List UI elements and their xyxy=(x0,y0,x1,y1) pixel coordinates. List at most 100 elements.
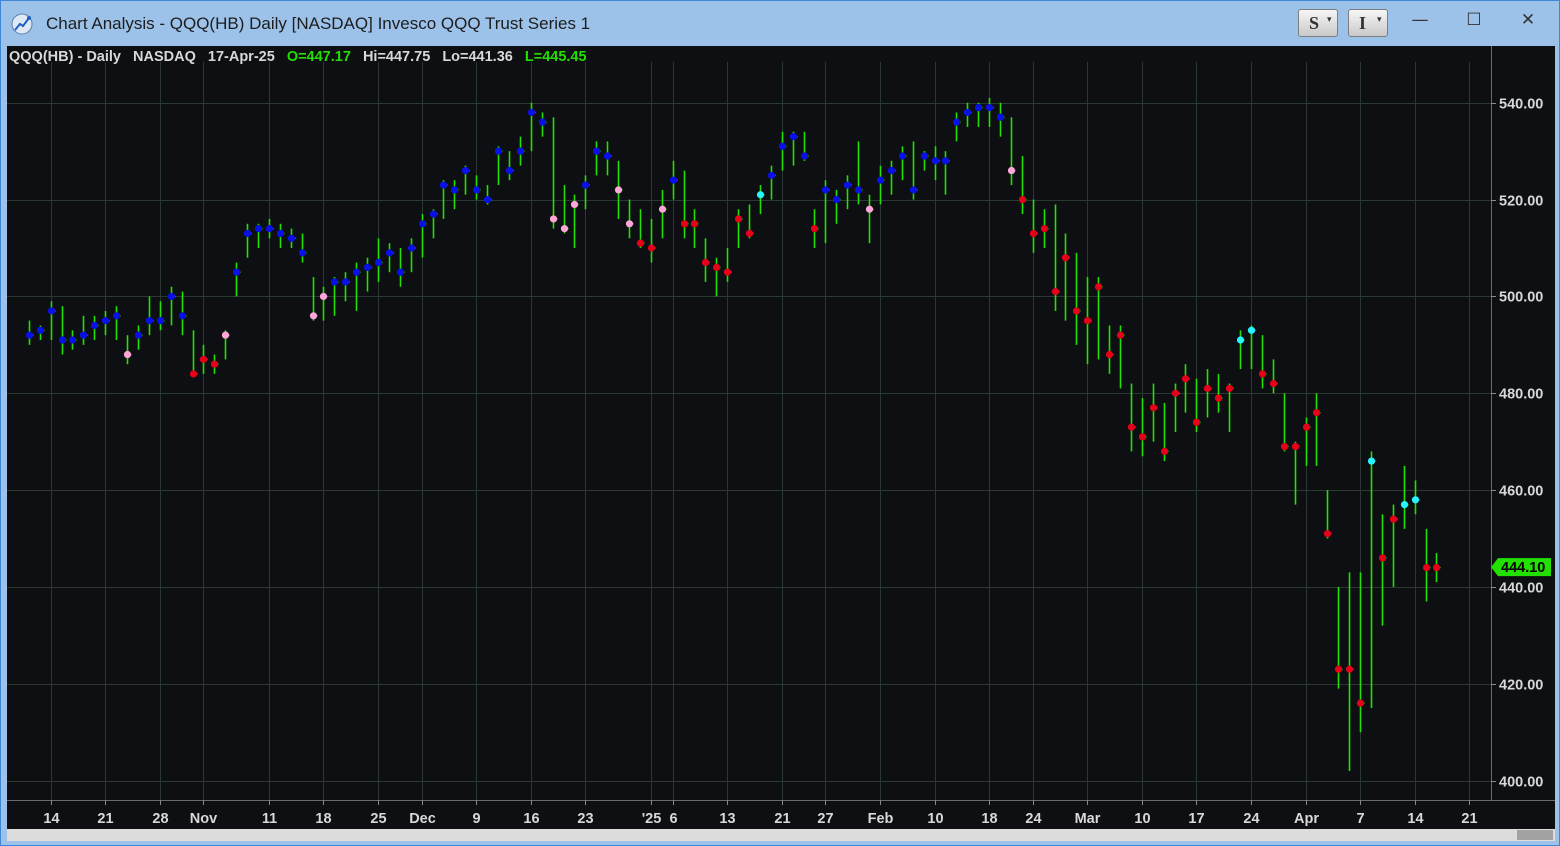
close-marker xyxy=(1160,447,1169,455)
close-marker xyxy=(1203,384,1212,393)
close-marker xyxy=(1422,563,1431,572)
title-bar[interactable]: Chart Analysis - QQQ(HB) Daily [NASDAQ] … xyxy=(1,1,1559,45)
close-marker xyxy=(1269,379,1278,388)
close-marker xyxy=(1312,409,1321,417)
close-marker xyxy=(1072,307,1081,315)
date-tick-label: 10 xyxy=(927,811,943,827)
close-marker xyxy=(407,244,416,252)
header-open: O=447.17 xyxy=(287,49,351,65)
close-marker xyxy=(385,249,394,257)
close-marker xyxy=(25,331,34,339)
date-tick-label: 10 xyxy=(1134,811,1150,827)
minimize-button[interactable]: — xyxy=(1398,7,1442,33)
maximize-button[interactable]: ☐ xyxy=(1452,7,1496,33)
close-marker xyxy=(330,278,339,286)
price-tick-label: 460.00 xyxy=(1499,484,1543,500)
close-marker xyxy=(439,181,448,189)
close-marker xyxy=(1400,501,1409,509)
close-marker xyxy=(625,220,634,228)
chart-header: QQQ(HB) - Daily NASDAQ 17-Apr-25 O=447.1… xyxy=(9,49,587,65)
close-marker xyxy=(1105,350,1114,359)
close-marker xyxy=(199,355,208,363)
close-marker xyxy=(47,307,56,315)
header-high: Hi=447.75 xyxy=(363,49,430,65)
close-marker xyxy=(1247,326,1256,334)
close-marker xyxy=(298,249,307,257)
close-marker xyxy=(832,195,841,204)
close-marker xyxy=(352,268,361,276)
price-chart[interactable]: 400.00 420.00 440.00 460.00 480.00 500.00 520.… xyxy=(7,46,1555,829)
close-marker xyxy=(974,103,983,112)
close-marker xyxy=(680,220,689,228)
close-marker xyxy=(516,147,525,155)
last-price-label: 444.10 xyxy=(1501,560,1545,576)
close-marker xyxy=(1181,375,1190,383)
chart-analysis-icon xyxy=(11,13,33,35)
close-marker xyxy=(309,312,318,320)
indicator-button-label: I xyxy=(1359,13,1367,33)
strategy-button[interactable]: S ▾ xyxy=(1298,9,1338,37)
close-marker xyxy=(221,331,230,339)
close-marker xyxy=(527,108,536,117)
close-marker xyxy=(734,215,743,223)
close-marker xyxy=(810,225,819,233)
close-marker xyxy=(1061,254,1070,262)
close-marker xyxy=(254,225,263,233)
close-marker xyxy=(1225,384,1234,393)
close-marker xyxy=(712,263,721,271)
close-marker xyxy=(952,118,961,126)
close-marker xyxy=(1051,287,1060,296)
close-marker xyxy=(1171,389,1180,397)
close-marker xyxy=(1018,195,1027,204)
close-marker xyxy=(472,186,481,194)
close-marker xyxy=(156,317,165,325)
close-marker xyxy=(1323,530,1332,538)
date-tick-label: '25 xyxy=(642,811,662,827)
date-tick-label: 28 xyxy=(152,811,168,827)
date-tick-label: 27 xyxy=(817,811,833,827)
close-marker xyxy=(494,147,503,155)
close-marker xyxy=(560,225,569,233)
date-tick-label: 21 xyxy=(97,811,113,827)
date-tick-label: 17 xyxy=(1188,811,1204,827)
close-marker xyxy=(134,331,143,339)
close-marker xyxy=(701,258,710,267)
close-marker xyxy=(1367,457,1376,465)
close-marker xyxy=(1334,665,1343,673)
close-marker xyxy=(843,181,852,189)
price-axis[interactable]: 400.00 420.00 440.00 460.00 480.00 500.00 520.… xyxy=(1491,46,1555,829)
horizontal-scrollbar[interactable] xyxy=(7,829,1555,841)
header-exchange: NASDAQ xyxy=(133,49,196,65)
price-axis-background xyxy=(1491,46,1555,829)
indicator-button[interactable]: I ▾ xyxy=(1348,9,1388,37)
close-marker xyxy=(483,195,492,204)
window-title: Chart Analysis - QQQ(HB) Daily [NASDAQ] … xyxy=(46,14,591,33)
close-marker xyxy=(1345,665,1354,673)
close-marker xyxy=(167,292,176,301)
scrollbar-thumb[interactable] xyxy=(1517,830,1553,840)
date-tick-label: Dec xyxy=(409,811,436,827)
close-marker xyxy=(963,108,972,117)
close-marker xyxy=(123,350,132,359)
close-button[interactable]: ✕ xyxy=(1506,7,1550,33)
close-marker xyxy=(538,118,547,126)
close-marker xyxy=(58,336,67,344)
close-marker xyxy=(865,205,874,213)
close-marker xyxy=(1127,423,1136,431)
date-tick-label: 7 xyxy=(1356,811,1364,827)
date-tick-label: 21 xyxy=(774,811,790,827)
date-tick-label: 11 xyxy=(262,811,277,827)
price-tick-label: 500.00 xyxy=(1499,290,1543,306)
date-tick-label: Apr xyxy=(1294,811,1319,827)
chevron-down-icon: ▾ xyxy=(1377,15,1382,25)
date-tick-label: 21 xyxy=(1461,811,1477,827)
close-marker xyxy=(1192,418,1201,426)
close-marker xyxy=(1378,554,1387,562)
close-marker xyxy=(1291,442,1300,451)
date-tick-label: Mar xyxy=(1075,811,1101,827)
price-tick-label: 440.00 xyxy=(1499,581,1543,597)
close-marker xyxy=(210,360,219,368)
close-marker xyxy=(276,229,285,238)
close-marker xyxy=(363,263,372,271)
date-tick-label: 24 xyxy=(1243,811,1259,827)
